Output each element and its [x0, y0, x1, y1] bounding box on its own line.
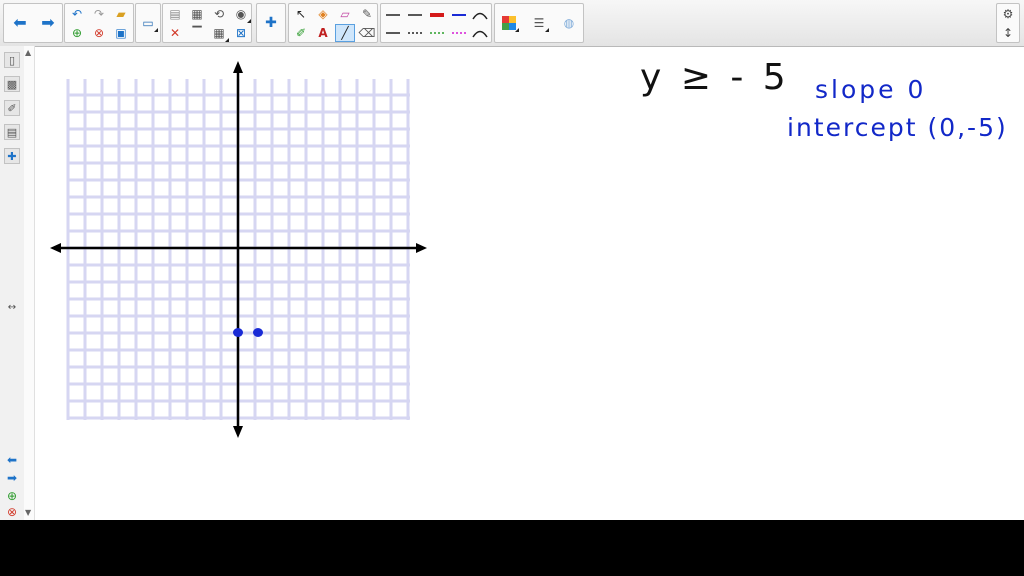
line-curve-icon: [472, 12, 488, 20]
inequality-text[interactable]: y ≥ - 5: [640, 57, 790, 98]
open-folder-icon[interactable]: ▰: [111, 5, 131, 23]
fit-icon[interactable]: ⊠: [231, 24, 251, 42]
screen-shade-icon[interactable]: ▔: [187, 24, 207, 42]
back-arrow-icon[interactable]: ⬅: [10, 14, 30, 32]
pens-icon[interactable]: ✐: [291, 24, 311, 42]
shape-eraser-icon[interactable]: ⌫: [357, 24, 377, 42]
line-style-swatches[interactable]: [381, 4, 493, 44]
puzzle-icon[interactable]: ✚: [261, 14, 281, 32]
add-page-icon[interactable]: ⊕: [67, 24, 87, 42]
y-axis-arrow-top: [233, 61, 243, 73]
fill-icon[interactable]: ◈: [313, 5, 333, 23]
back-arrow-icon[interactable]: ⬅: [4, 453, 20, 467]
whiteboard-canvas[interactable]: y ≥ - 5 slope 0 intercept (0,-5): [35, 47, 1024, 520]
record-icon[interactable]: ◉: [231, 5, 251, 23]
slope-note[interactable]: slope 0: [815, 75, 926, 104]
line-curve-2-icon: [472, 30, 488, 38]
toolbar-group-addons: ✚: [256, 3, 286, 43]
toolbar-group-settings: ⚙ ↕: [996, 3, 1020, 43]
letterbox-bar: [0, 520, 1024, 576]
redo-icon[interactable]: ↷: [89, 5, 109, 23]
line-thickness-icon[interactable]: ☰: [529, 14, 549, 32]
paste-icon[interactable]: ▤: [165, 5, 185, 23]
delete-page-icon[interactable]: ⊗: [4, 505, 20, 519]
addons-icon[interactable]: ✚: [4, 148, 20, 164]
coordinate-graph: [50, 61, 427, 438]
scroll-up-icon[interactable]: ▲: [25, 48, 31, 57]
rotate-icon[interactable]: ⟲: [209, 5, 229, 23]
toolbar-group-navigation: ⬅ ➡: [3, 3, 63, 43]
data-point: [233, 328, 243, 337]
forward-arrow-icon[interactable]: ➡: [38, 14, 58, 32]
delete-page-icon[interactable]: ⊗: [89, 24, 109, 42]
up-down-arrow-icon[interactable]: ↕: [998, 24, 1018, 42]
select-arrow-icon[interactable]: ↖: [291, 5, 311, 23]
line-icon[interactable]: ╱: [335, 24, 355, 42]
gallery-icon[interactable]: ▩: [4, 76, 20, 92]
scroll-down-icon[interactable]: ▼: [25, 508, 31, 517]
close-x-icon[interactable]: ✕: [165, 24, 185, 42]
text-icon[interactable]: A: [313, 24, 333, 42]
undo-icon[interactable]: ↶: [67, 5, 87, 23]
forward-arrow-icon[interactable]: ➡: [4, 471, 20, 485]
x-axis-arrow-right: [416, 243, 427, 253]
side-tab-bar: ▯ ▩ ✐ ▤ ✚ ↔ ⬅ ➡ ⊕ ⊗: [0, 46, 25, 520]
x-axis-arrow-left: [50, 243, 61, 253]
page-sorter-icon[interactable]: ▯: [4, 52, 20, 68]
properties-icon[interactable]: ▤: [4, 124, 20, 140]
toolbar-group-view: ▭: [135, 3, 161, 43]
attachments-icon[interactable]: ✐: [4, 100, 20, 116]
toolbar-group-tools: ↖ ◈ ▱ ✎ ✐ A ╱ ⌫: [288, 3, 378, 43]
magic-pen-icon[interactable]: ✎: [357, 5, 377, 23]
toolbar-group-page: ▤ ▦ ⟲ ◉ ✕ ▔ ▦ ⊠: [162, 3, 252, 43]
main-toolbar: ⬅ ➡ ↶ ↷ ▰ ⊕ ⊗ ▣ ▭ ▤ ▦ ⟲ ◉ ✕ ▔ ▦ ⊠ ✚ ↖ ◈ …: [0, 0, 1024, 47]
intercept-note[interactable]: intercept (0,-5): [787, 113, 1008, 142]
vertical-scrollbar[interactable]: ▲ ▼: [24, 46, 35, 520]
screen-capture-icon[interactable]: ▦: [187, 5, 207, 23]
resize-handle[interactable]: ↔: [4, 302, 20, 313]
screen-icon[interactable]: ▭: [138, 14, 158, 32]
table-icon[interactable]: ▦: [209, 24, 229, 42]
toolbar-group-line-styles: [380, 3, 492, 43]
transparency-icon[interactable]: ◍: [559, 14, 579, 32]
toolbar-group-edit: ↶ ↷ ▰ ⊕ ⊗ ▣: [64, 3, 134, 43]
y-axis-arrow-bottom: [233, 426, 243, 438]
save-icon[interactable]: ▣: [111, 24, 131, 42]
add-page-icon[interactable]: ⊕: [4, 489, 20, 503]
data-point: [253, 328, 263, 337]
eraser-icon[interactable]: ▱: [335, 5, 355, 23]
color-palette-icon[interactable]: [499, 14, 519, 32]
smart-notebook-window: ⬅ ➡ ↶ ↷ ▰ ⊕ ⊗ ▣ ▭ ▤ ▦ ⟲ ◉ ✕ ▔ ▦ ⊠ ✚ ↖ ◈ …: [0, 0, 1024, 520]
gear-icon[interactable]: ⚙: [998, 5, 1018, 23]
toolbar-group-properties: ☰ ◍: [494, 3, 584, 43]
